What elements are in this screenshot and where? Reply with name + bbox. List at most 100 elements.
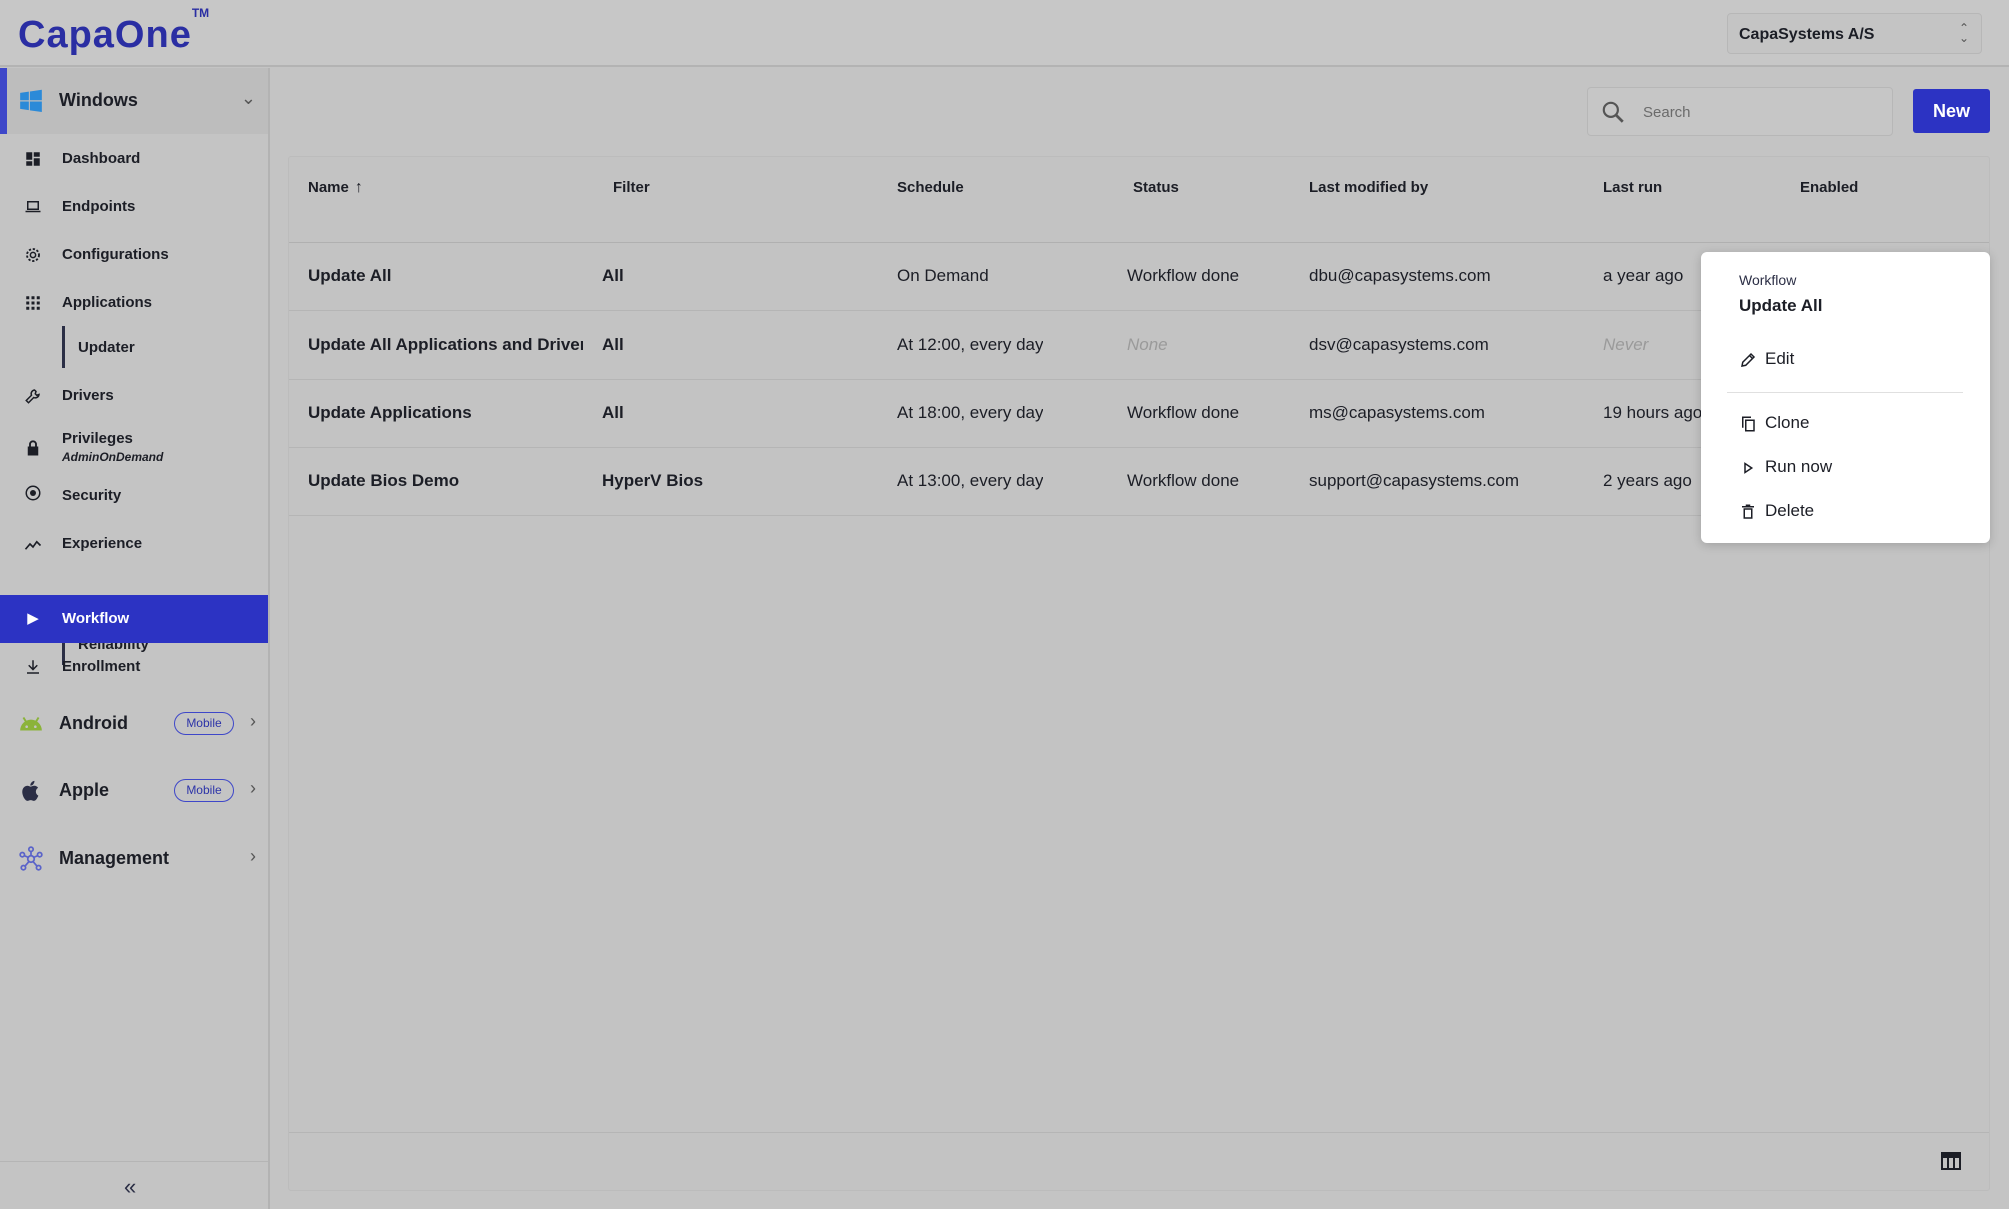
select-arrows-icon: ⌃ ⌄	[1958, 21, 1969, 45]
sidebar-item-label: Drivers	[62, 387, 114, 404]
cell-modified-by: support@capasystems.com	[1309, 471, 1520, 490]
column-header-status[interactable]: Status	[1133, 179, 1179, 196]
trend-line-icon	[24, 540, 42, 550]
cell-schedule: At 12:00, every day	[897, 335, 1044, 354]
cell-schedule: At 13:00, every day	[897, 471, 1044, 490]
cell-status: Workflow done	[1127, 471, 1240, 490]
column-header-schedule[interactable]: Schedule	[897, 179, 964, 196]
cell-filter: All	[602, 403, 624, 422]
copy-icon	[1742, 416, 1755, 432]
column-header-filter[interactable]: Filter	[613, 179, 650, 196]
menu-item-edit[interactable]: Edit	[1721, 340, 1970, 378]
sidebar-footer: «	[0, 1161, 268, 1209]
cell-modified-by: dsv@capasystems.com	[1309, 335, 1489, 354]
sidebar-item-label: Configurations	[62, 246, 169, 263]
table-footer	[289, 1132, 1989, 1190]
cell-name: Update All	[308, 266, 392, 285]
menu-item-run-now[interactable]: Run now	[1721, 448, 1970, 486]
cell-name: Update Applications	[308, 403, 472, 422]
cell-last-run: 19 hours ago	[1603, 403, 1703, 422]
sidebar-item-applications[interactable]: Applications	[0, 279, 268, 327]
sidebar-item-endpoints[interactable]: Endpoints	[0, 183, 268, 231]
sidebar-item-label: Applications	[62, 294, 153, 311]
mobile-badge: Mobile	[174, 712, 234, 735]
security-icon	[25, 485, 41, 501]
column-header-name[interactable]: Name ↑	[308, 179, 363, 197]
download-icon	[27, 660, 39, 674]
cell-name: Update Bios Demo	[308, 471, 460, 490]
cell-last-run: a year ago	[1603, 266, 1684, 285]
sidebar-item-label: Dashboard	[62, 150, 141, 167]
column-header-last-modified-by[interactable]: Last modified by	[1309, 179, 1428, 196]
menu-item-delete[interactable]: Delete	[1721, 492, 1970, 530]
android-icon	[20, 716, 42, 731]
organization-select[interactable]: CapaSystems A/S ⌃ ⌄	[1727, 13, 1982, 54]
apple-icon	[22, 780, 39, 801]
play-icon	[1744, 462, 1754, 474]
wrench-icon	[25, 389, 40, 404]
column-header-last-run[interactable]: Last run	[1603, 179, 1662, 196]
pencil-icon	[1741, 352, 1756, 367]
sidebar-item-drivers[interactable]: Drivers	[0, 372, 268, 420]
collapse-sidebar-icon[interactable]: «	[124, 1174, 136, 1200]
search-box[interactable]	[1587, 87, 1893, 136]
table-header: Name ↑ Filter Schedule Status Last modifi…	[289, 157, 1989, 243]
column-header-label: Name	[308, 179, 349, 196]
sidebar-item-workflow[interactable]: ▶ Workflow	[0, 595, 268, 643]
cell-name: Update All Applications and Drivers	[308, 335, 583, 354]
cell-last-run: Never	[1603, 335, 1649, 354]
search-input[interactable]	[1643, 100, 1878, 124]
sidebar-group-android[interactable]: Android Mobile ›	[0, 691, 268, 757]
sidebar-group-label: Management	[59, 848, 170, 868]
sidebar-group-apple[interactable]: Apple Mobile ›	[0, 758, 268, 824]
chevron-right-icon: ›	[250, 711, 256, 731]
chevron-right-icon: ›	[250, 778, 256, 798]
capaone-logo[interactable]: CapaOneTM	[18, 6, 209, 57]
lock-icon	[27, 440, 39, 456]
sidebar-group-management[interactable]: Management ›	[0, 826, 268, 892]
sidebar-item-dashboard[interactable]: Dashboard	[0, 135, 268, 183]
gear-icon	[26, 248, 40, 262]
cell-schedule: On Demand	[897, 266, 989, 285]
table-columns-icon[interactable]	[1939, 1149, 1963, 1173]
sidebar-group-label: Windows	[59, 90, 138, 110]
menu-item-clone[interactable]: Clone	[1721, 404, 1970, 442]
cell-status: None	[1127, 335, 1168, 354]
sidebar-subitem-updater[interactable]: Updater	[62, 326, 262, 368]
top-bar: CapaOneTM CapaSystems A/S ⌃ ⌄	[0, 0, 2009, 67]
menu-item-label: Run now	[1765, 457, 1833, 476]
sidebar-item-configurations[interactable]: Configurations	[0, 231, 268, 279]
menu-item-label: Clone	[1765, 413, 1810, 432]
cell-modified-by: dbu@capasystems.com	[1309, 266, 1491, 285]
menu-divider	[1727, 392, 1963, 393]
logo-text: CapaOne	[18, 14, 192, 56]
cell-last-run: 2 years ago	[1603, 471, 1692, 490]
apps-grid-icon	[26, 296, 40, 310]
sidebar-item-label: Security	[62, 487, 122, 504]
cell-filter: All	[602, 266, 624, 285]
context-menu-caption: Workflow	[1739, 272, 1797, 288]
sidebar-item-sublabel: AdminOnDemand	[62, 450, 164, 464]
sidebar-item-label: Privileges	[62, 430, 133, 447]
sidebar-subitem-label: Updater	[78, 339, 135, 356]
sidebar-item-enrollment[interactable]: Enrollment	[0, 643, 268, 691]
sidebar-item-label: Experience	[62, 535, 143, 552]
cell-filter: HyperV Bios	[602, 471, 704, 490]
menu-item-label: Edit	[1765, 349, 1795, 368]
sidebar: Windows ⌄ Dashboard Endpoints Configurat…	[0, 68, 270, 1209]
sidebar-item-label: Workflow	[62, 610, 130, 627]
sidebar-item-label: Endpoints	[62, 198, 136, 215]
sidebar-group-windows[interactable]: Windows ⌄	[0, 68, 268, 134]
column-header-enabled[interactable]: Enabled	[1800, 179, 1858, 196]
sidebar-item-label: Enrollment	[62, 658, 141, 675]
sidebar-item-privileges[interactable]: Privileges AdminOnDemand	[0, 420, 268, 474]
new-button[interactable]: New	[1913, 89, 1990, 133]
menu-item-label: Delete	[1765, 501, 1815, 520]
sidebar-group-label: Android	[59, 713, 128, 733]
logo-tm: TM	[191, 6, 210, 21]
context-menu-title: Update All	[1739, 296, 1823, 315]
chevron-right-icon: ›	[250, 846, 256, 866]
play-icon: ▶	[27, 610, 39, 627]
cell-schedule: At 18:00, every day	[897, 403, 1044, 422]
dashboard-icon	[26, 152, 40, 166]
